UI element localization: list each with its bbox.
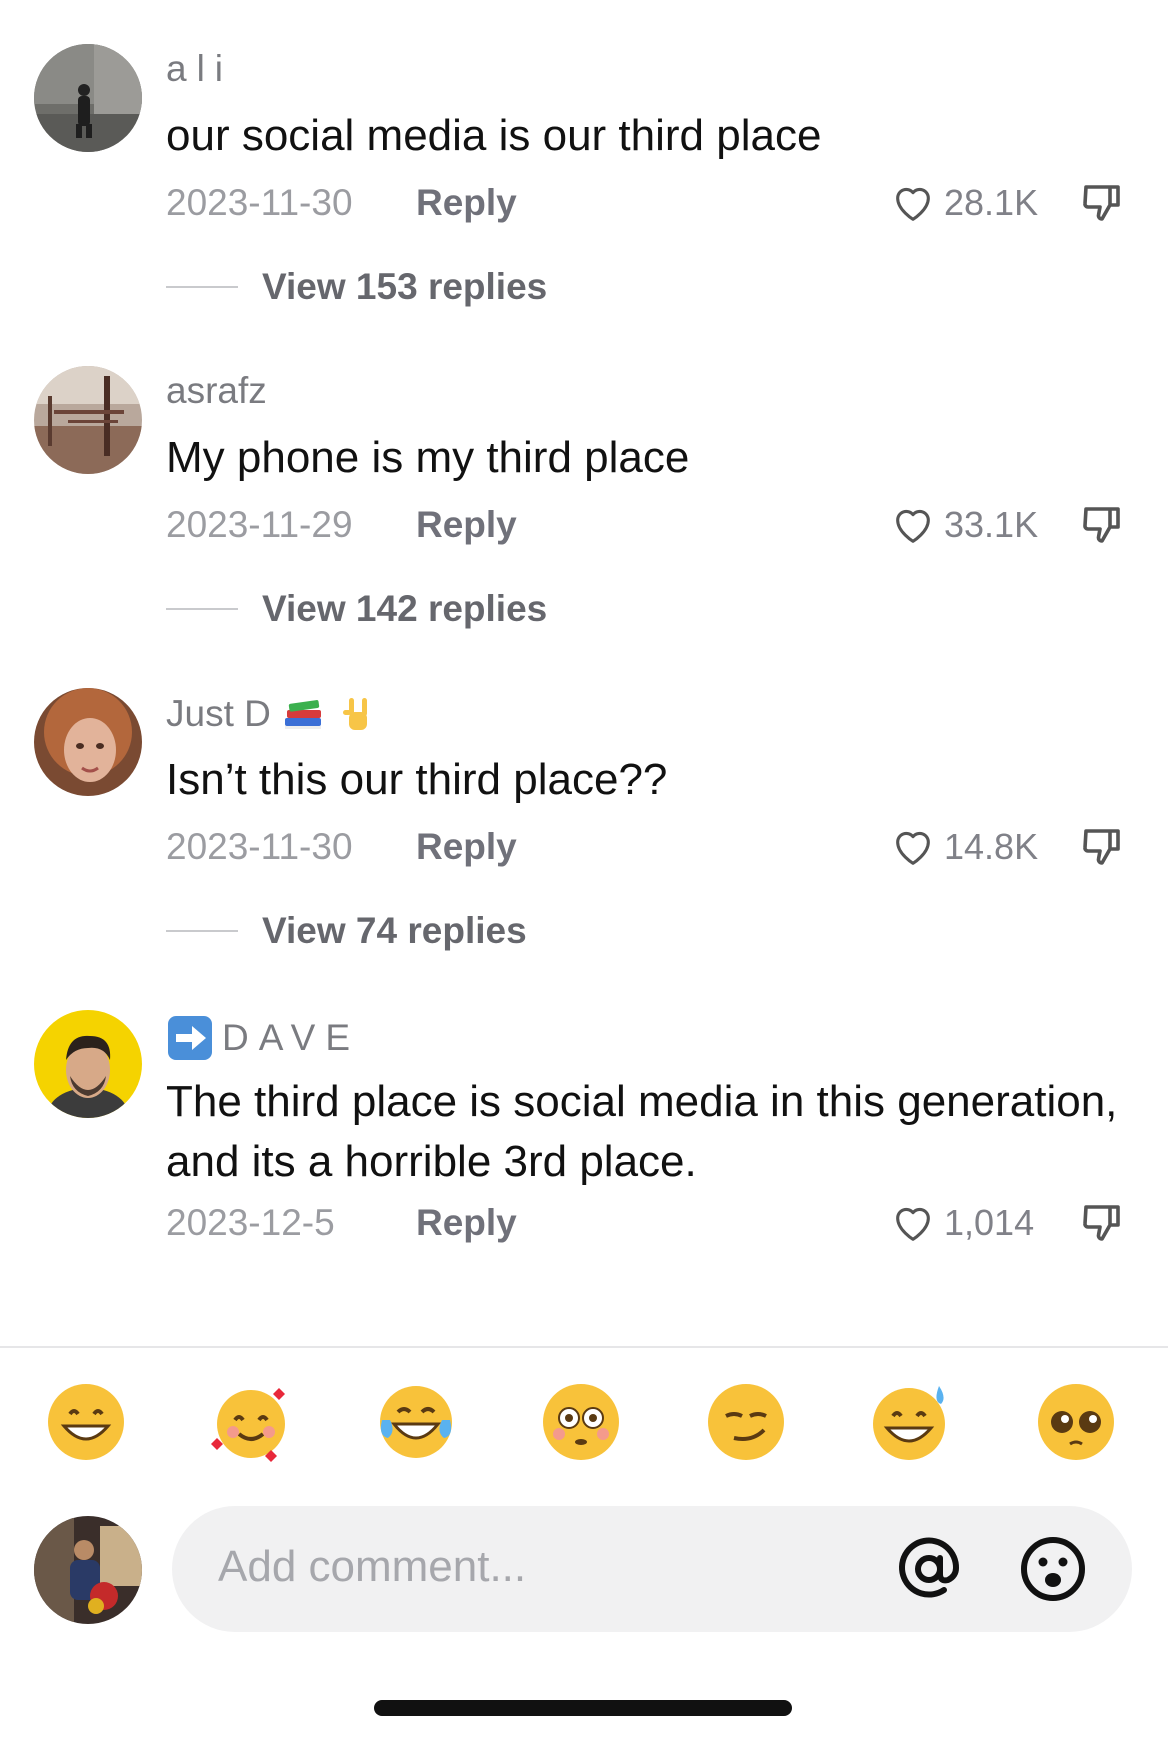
- like-group: 28.1K: [890, 176, 1126, 230]
- comment-text: our social media is our third place: [166, 111, 822, 160]
- comment-meta: 2023-11-30 Reply 14.8K: [166, 820, 1126, 874]
- home-indicator: [374, 1700, 792, 1716]
- avatar[interactable]: [34, 1010, 142, 1118]
- view-replies-button[interactable]: View 74 replies: [166, 910, 527, 952]
- dislike-icon[interactable]: [1078, 179, 1126, 227]
- grinning-face-with-sweat-icon[interactable]: [869, 1380, 953, 1464]
- comment-date: 2023-11-30: [166, 182, 353, 223]
- like-count: 28.1K: [944, 182, 1039, 223]
- comment-username[interactable]: ali: [166, 48, 233, 90]
- divider-line: [166, 608, 238, 610]
- comment-meta: 2023-11-30 Reply 28.1K: [166, 176, 1126, 230]
- heart-icon[interactable]: [890, 502, 936, 548]
- reply-button[interactable]: Reply: [416, 1202, 517, 1244]
- heart-icon[interactable]: [890, 180, 936, 226]
- reply-button[interactable]: Reply: [416, 826, 517, 868]
- comment-text: Isn’t this our third place??: [166, 755, 668, 804]
- like-group: 14.8K: [890, 820, 1126, 874]
- avatar[interactable]: [34, 688, 142, 796]
- smirking-face-icon[interactable]: [704, 1380, 788, 1464]
- avatar[interactable]: [34, 366, 142, 474]
- rock-on-hand-emoji-icon: [342, 698, 367, 730]
- comment-username[interactable]: asrafz: [166, 370, 267, 412]
- comment-meta: 2023-11-29 Reply 33.1K: [166, 498, 1126, 552]
- heart-icon[interactable]: [890, 1200, 936, 1246]
- emoji-face-icon[interactable]: [1018, 1534, 1088, 1604]
- like-count: 33.1K: [944, 504, 1039, 545]
- pleading-face-icon[interactable]: [1034, 1380, 1118, 1464]
- like-count: 1,014: [944, 1202, 1035, 1243]
- comment-text: My phone is my third place: [166, 433, 690, 482]
- user-avatar[interactable]: [34, 1516, 142, 1624]
- dislike-icon[interactable]: [1078, 501, 1126, 549]
- view-replies-button[interactable]: View 153 replies: [166, 266, 547, 308]
- dislike-icon[interactable]: [1078, 823, 1126, 871]
- comments-list: ali our social media is our third place …: [0, 0, 1168, 1346]
- emoji-quick-bar: [0, 1380, 1168, 1470]
- face-with-tears-of-joy-icon[interactable]: [374, 1380, 458, 1464]
- grinning-face-icon[interactable]: [44, 1380, 128, 1464]
- view-replies-button[interactable]: View 142 replies: [166, 588, 547, 630]
- flushed-face-icon[interactable]: [539, 1380, 623, 1464]
- like-group: 33.1K: [890, 498, 1126, 552]
- avatar[interactable]: [34, 44, 142, 152]
- comment-username[interactable]: Just D: [166, 692, 379, 736]
- divider-line: [166, 286, 238, 288]
- smiling-face-with-hearts-icon[interactable]: [209, 1380, 293, 1464]
- right-arrow-emoji-icon: [168, 1016, 212, 1060]
- comment-date: 2023-12-5: [166, 1202, 335, 1243]
- comment-meta: 2023-12-5 Reply 1,014: [166, 1196, 1126, 1250]
- books-emoji-icon: [284, 700, 321, 729]
- comment-input-placeholder: Add comment...: [218, 1542, 527, 1591]
- at-icon[interactable]: [894, 1534, 964, 1604]
- dislike-icon[interactable]: [1078, 1199, 1126, 1247]
- comment-date: 2023-11-29: [166, 504, 353, 545]
- heart-icon[interactable]: [890, 824, 936, 870]
- like-group: 1,014: [890, 1196, 1126, 1250]
- like-count: 14.8K: [944, 826, 1039, 867]
- comment-username[interactable]: DAVE: [166, 1014, 360, 1062]
- comment-text: The third place is social media in this …: [166, 1077, 1118, 1186]
- divider-line: [166, 930, 238, 932]
- reply-button[interactable]: Reply: [416, 504, 517, 546]
- reply-button[interactable]: Reply: [416, 182, 517, 224]
- comment-date: 2023-11-30: [166, 826, 353, 867]
- comment-input[interactable]: Add comment...: [172, 1506, 1132, 1632]
- composer-divider: [0, 1346, 1168, 1348]
